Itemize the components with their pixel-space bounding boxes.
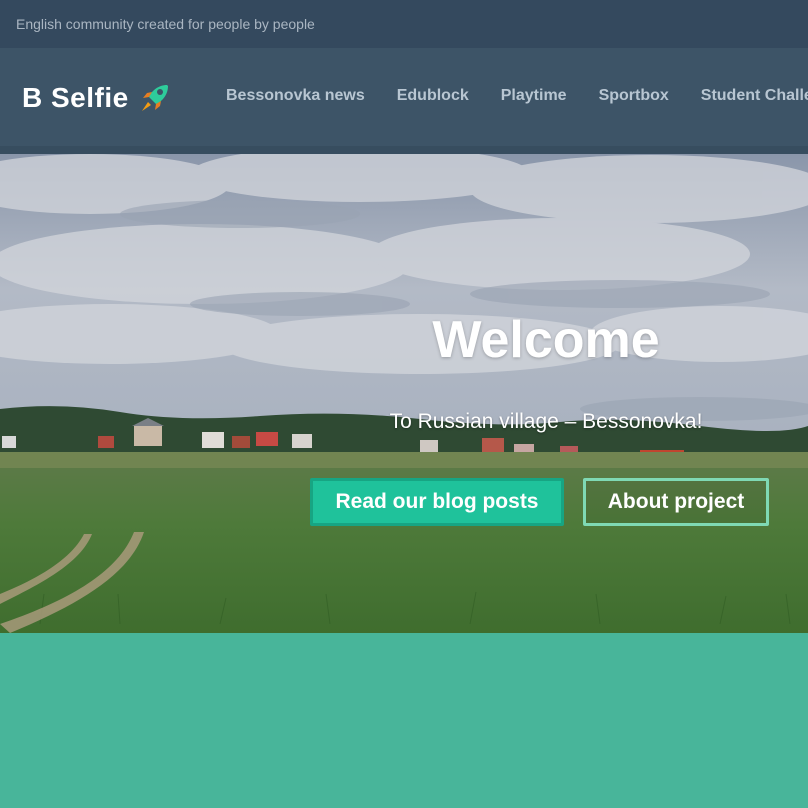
read-blog-posts-button[interactable]: Read our blog posts [310,478,564,526]
about-project-button[interactable]: About project [583,478,769,526]
primary-navigation: Bessonovka news Edublock Playtime Sportb… [210,84,808,108]
read-blog-posts-label: Read our blog posts [335,490,539,513]
about-project-label: About project [607,490,745,513]
hero-title: Welcome [432,311,660,369]
nav-item-bessonovka-news[interactable]: Bessonovka news [210,84,381,108]
main-navbar: B Selfie Bessonovka news Edublock Playti… [0,48,808,154]
hero-background-image [0,154,808,633]
nav-item-playtime[interactable]: Playtime [485,84,583,108]
hero-section: Welcome To Russian village – Bessonovka!… [0,154,808,633]
content-band [0,633,808,808]
rocket-icon [139,82,171,114]
nav-item-edublock[interactable]: Edublock [381,84,485,108]
brand-logo-link[interactable]: B Selfie [22,78,171,118]
top-tagline-bar: English community created for people by … [0,0,808,48]
tagline-text: English community created for people by … [16,16,315,32]
brand-name: B Selfie [22,82,129,113]
hero-subtitle: To Russian village – Bessonovka! [389,410,703,433]
nav-item-student-challenge[interactable]: Student Challenge [685,84,808,108]
nav-item-sportbox[interactable]: Sportbox [583,84,685,108]
